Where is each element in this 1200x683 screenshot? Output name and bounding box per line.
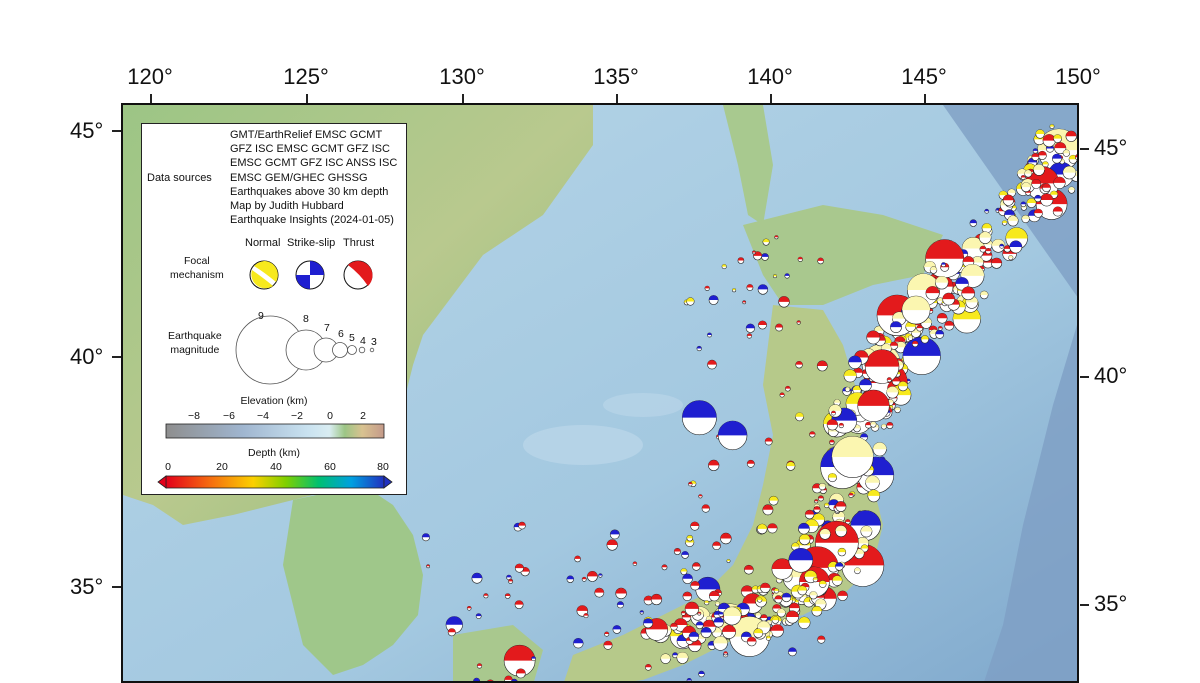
elevation-tick: −4 [257,410,269,422]
data-source-line: EMSC GCMT GFZ ISC ANSS ISC [230,157,398,170]
seamount [523,425,643,465]
magnitude-value: 3 [371,336,377,348]
depth-tick: 40 [270,461,282,473]
depth-tick: 80 [377,461,389,473]
lat-tick [1080,376,1089,378]
elevation-tick: 0 [327,410,333,422]
data-source-line: Earthquakes above 30 km depth [230,185,389,198]
data-source-line: EMSC GEM/GHEC GHSSG [230,171,368,184]
lon-tick [150,94,152,103]
elevation-tick: 2 [360,410,366,422]
data-sources-title: Data sources [147,172,212,184]
data-sources-list: GMT/EarthRelief EMSC GCMT GFZ ISC EMSC G… [230,128,397,227]
lat-label-left-40: 40° [70,344,104,369]
lon-label-120: 120° [127,64,173,89]
lon-tick [306,94,308,103]
strike-slip-beachball-icon [295,260,325,290]
lat-tick [1080,604,1089,606]
depth-tick: 0 [165,461,171,473]
lon-tick [462,94,464,103]
lon-label-150: 150° [1055,64,1101,89]
lon-label-130: 130° [439,64,485,89]
lat-label-right-35: 35° [1094,591,1128,616]
seamount [603,393,683,417]
strike-slip-label: Strike-slip [287,237,336,249]
lat-tick [1080,148,1089,150]
lon-label-135: 135° [593,64,639,89]
focal-title-line2: mechanism [170,269,224,281]
lat-tick [112,130,121,132]
magnitude-value: 5 [349,332,355,344]
magnitude-value: 4 [360,335,366,347]
data-source-line: Map by Judith Hubbard [230,200,344,213]
magnitude-value: 7 [324,322,330,334]
depth-colorbar-left-arrow [157,475,167,489]
lat-label-right-45: 45° [1094,135,1128,160]
elevation-colorbar [165,423,385,439]
normal-label: Normal [245,237,281,249]
elevation-tick: −2 [291,410,303,422]
focal-mechanism-title: Focal mechanism [170,254,224,282]
depth-tick: 20 [216,461,228,473]
depth-colorbar-right-arrow [383,475,393,489]
lat-tick [112,586,121,588]
focal-title-line1: Focal [184,255,210,267]
thrust-label: Thrust [343,237,375,249]
lon-label-140: 140° [747,64,793,89]
elevation-tick: −8 [188,410,200,422]
lon-label-145: 145° [901,64,947,89]
elevation-tick: −6 [223,410,235,422]
lon-tick [770,94,772,103]
magnitude-value: 8 [303,313,309,325]
elevation-title: Elevation (km) [240,395,308,407]
data-source-line: GMT/EarthRelief EMSC GCMT [230,129,383,141]
data-source-line: GFZ ISC EMSC GCMT GFZ ISC [230,143,390,156]
data-source-line: Earthquake Insights (2024-01-05) [230,214,394,227]
map-legend: Data sources GMT/EarthRelief EMSC GCMT G… [141,123,407,495]
lat-label-left-45: 45° [70,118,104,143]
magnitude-title-line2: magnitude [170,344,220,356]
magnitude-title-line1: Earthquake [168,330,222,342]
lat-label-right-40: 40° [1094,363,1128,388]
lat-tick [112,356,121,358]
normal-beachball-icon [249,260,279,290]
depth-tick: 60 [324,461,336,473]
depth-title: Depth (km) [248,447,300,459]
lon-tick [616,94,618,103]
depth-colorbar [165,475,385,489]
magnitude-title: Earthquake magnitude [168,329,222,357]
thrust-beachball-icon [343,260,373,290]
magnitude-value: 6 [338,328,344,340]
lat-label-left-35: 35° [70,574,104,599]
lon-tick [924,94,926,103]
magnitude-scale [235,315,375,385]
magnitude-value: 9 [258,310,264,322]
lon-label-125: 125° [283,64,329,89]
